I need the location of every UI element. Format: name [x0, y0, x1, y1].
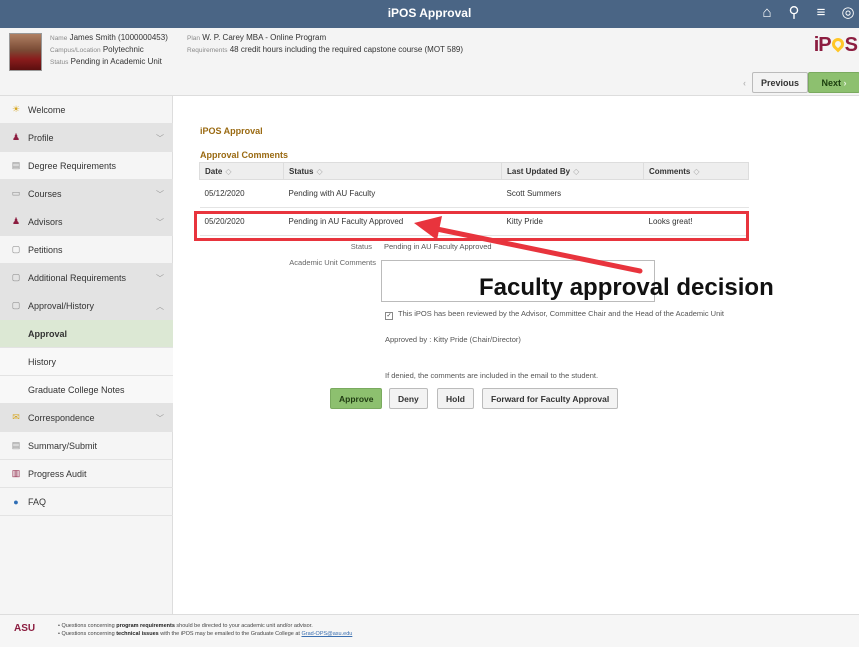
chart-icon: ▥ — [11, 468, 21, 478]
chevron-up-icon: ︿ — [156, 302, 164, 311]
sidebar-item-summary-submit[interactable]: ▤ Summary/Submit — [0, 432, 173, 460]
annotation-arrow — [414, 216, 643, 274]
sidebar-item-advisors[interactable]: ♟ Advisors ﹀ — [0, 208, 173, 236]
sidebar: ☀ Welcome ♟ Profile ﹀ ▤ Degree Requirements … — [0, 96, 173, 614]
map-pin-icon — [829, 35, 847, 53]
email-link[interactable]: Grad-OPS@asu.edu — [301, 631, 352, 637]
submit-icon: ▤ — [11, 440, 21, 450]
student-campus: Polytechnic — [102, 45, 144, 54]
form-icon: ▢ — [11, 244, 21, 254]
sidebar-item-approval[interactable]: Approval — [0, 320, 173, 348]
footer-text: • Questions concerning program requireme… — [58, 623, 353, 637]
sidebar-item-graduate-college-notes[interactable]: Graduate College Notes — [0, 376, 173, 404]
footer: ASU • Questions concerning program requi… — [0, 614, 859, 647]
clipboard-icon: ▢ — [11, 272, 21, 282]
sun-icon: ☀ — [11, 104, 21, 114]
asu-logo: ASU — [14, 623, 36, 634]
book-icon: ▭ — [11, 188, 21, 198]
compass-icon[interactable]: ◎ — [839, 4, 857, 22]
document-icon: ▤ — [11, 160, 21, 170]
sidebar-item-history[interactable]: History — [0, 348, 173, 376]
student-requirements: 48 credit hours including the required c… — [229, 45, 464, 54]
page-title: iPOS Approval — [387, 6, 472, 20]
menu-icon[interactable]: ≡ — [812, 4, 830, 22]
home-icon[interactable]: ⌂ — [758, 4, 776, 22]
previous-button[interactable]: Previous — [743, 72, 809, 93]
sidebar-item-petitions[interactable]: ▢ Petitions — [0, 236, 173, 264]
student-status: Pending in Academic Unit — [70, 57, 162, 66]
sidebar-item-profile[interactable]: ♟ Profile ﹀ — [0, 124, 173, 152]
sidebar-item-approval-history[interactable]: ▢ Approval/History ︿ — [0, 292, 173, 320]
sidebar-item-progress-audit[interactable]: ▥ Progress Audit — [0, 460, 173, 488]
student-plan: W. P. Carey MBA - Online Program — [202, 33, 327, 42]
sidebar-item-courses[interactable]: ▭ Courses ﹀ — [0, 180, 173, 208]
sidebar-item-correspondence[interactable]: ✉ Correspondence ﹀ — [0, 404, 173, 432]
next-button[interactable]: Next › — [808, 72, 859, 93]
main-content: iPOS Approval Approval Comments Date ◇ St… — [174, 96, 859, 614]
chevron-down-icon: ﹀ — [156, 190, 164, 199]
people-icon: ♟ — [11, 216, 21, 226]
ipos-logo: iP S — [813, 34, 858, 56]
help-icon: ● — [13, 496, 19, 507]
chevron-down-icon: ﹀ — [156, 414, 164, 423]
student-name: James Smith (1000000453) — [69, 33, 168, 42]
student-photo — [9, 33, 42, 71]
checklist-icon: ▢ — [11, 300, 21, 310]
person-icon: ♟ — [11, 132, 21, 142]
sidebar-item-welcome[interactable]: ☀ Welcome — [0, 96, 173, 124]
student-header: Name James Smith (1000000453) Campus/Loc… — [0, 28, 859, 96]
sidebar-item-faq[interactable]: ● FAQ — [0, 488, 173, 516]
sidebar-item-additional-requirements[interactable]: ▢ Additional Requirements ﹀ — [0, 264, 173, 292]
search-icon[interactable]: ⚲ — [785, 4, 803, 22]
mail-icon: ✉ — [12, 412, 20, 422]
top-bar: iPOS Approval ⌂ ⚲ ≡ ◎ — [0, 0, 859, 28]
chevron-down-icon: ﹀ — [156, 134, 164, 143]
chevron-down-icon: ﹀ — [156, 274, 164, 283]
chevron-down-icon: ﹀ — [156, 218, 164, 227]
sidebar-item-degree-requirements[interactable]: ▤ Degree Requirements — [0, 152, 173, 180]
